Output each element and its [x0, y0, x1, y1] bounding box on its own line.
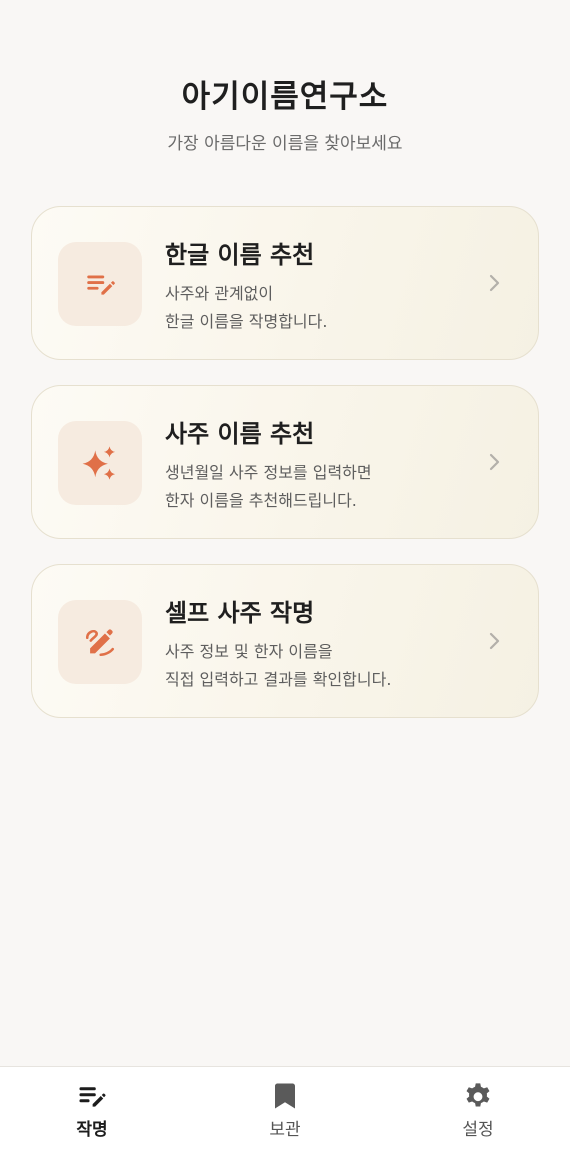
- tab-naming[interactable]: 작명: [32, 1079, 152, 1151]
- tab-label: 작명: [76, 1120, 108, 1140]
- chevron-right-icon: [488, 273, 502, 297]
- app-subtitle: 가장 아름다운 이름을 찾아보세요: [167, 134, 403, 154]
- tab-label: 설정: [462, 1120, 494, 1140]
- app-title: 아기이름연구소: [181, 79, 389, 115]
- card-title: 사주 이름 추천: [165, 419, 315, 448]
- card-saju-name[interactable]: 사주 이름 추천 생년월일 사주 정보를 입력하면 한자 이름을 추천해드립니다…: [31, 385, 539, 539]
- draw-pencil-icon: [58, 600, 142, 684]
- card-description-line: 한글 이름을 작명합니다.: [165, 312, 328, 331]
- edit-list-icon: [32, 1079, 152, 1113]
- sparkles-icon: [58, 421, 142, 505]
- card-self-saju-naming[interactable]: 셀프 사주 작명 사주 정보 및 한자 이름을 직접 입력하고 결과를 확인합니…: [31, 564, 539, 718]
- card-description-line: 생년월일 사주 정보를 입력하면: [165, 463, 372, 482]
- card-description-line: 직접 입력하고 결과를 확인합니다.: [165, 670, 392, 689]
- card-title: 한글 이름 추천: [165, 240, 315, 269]
- chevron-right-icon: [488, 631, 502, 655]
- card-description-line: 사주와 관계없이: [165, 284, 274, 303]
- card-hangul-name[interactable]: 한글 이름 추천 사주와 관계없이 한글 이름을 작명합니다.: [31, 206, 539, 360]
- chevron-right-icon: [488, 452, 502, 476]
- tab-storage[interactable]: 보관: [225, 1079, 345, 1151]
- card-description: 사주 정보 및 한자 이름을 직접 입력하고 결과를 확인합니다.: [165, 638, 391, 694]
- bookmark-icon: [225, 1079, 345, 1113]
- card-description-line: 사주 정보 및 한자 이름을: [165, 642, 333, 661]
- card-description-line: 한자 이름을 추천해드립니다.: [165, 491, 357, 510]
- card-title: 셀프 사주 작명: [165, 598, 315, 627]
- tab-label: 보관: [269, 1120, 301, 1140]
- card-description: 생년월일 사주 정보를 입력하면 한자 이름을 추천해드립니다.: [165, 459, 372, 515]
- tab-settings[interactable]: 설정: [418, 1079, 538, 1151]
- app-header: 아기이름연구소 가장 아름다운 이름을 찾아보세요: [0, 74, 570, 156]
- gear-icon: [418, 1079, 538, 1113]
- edit-list-icon: [58, 242, 142, 326]
- card-description: 사주와 관계없이 한글 이름을 작명합니다.: [165, 280, 327, 336]
- bottom-tab-bar: 작명 보관 설정: [0, 1066, 570, 1160]
